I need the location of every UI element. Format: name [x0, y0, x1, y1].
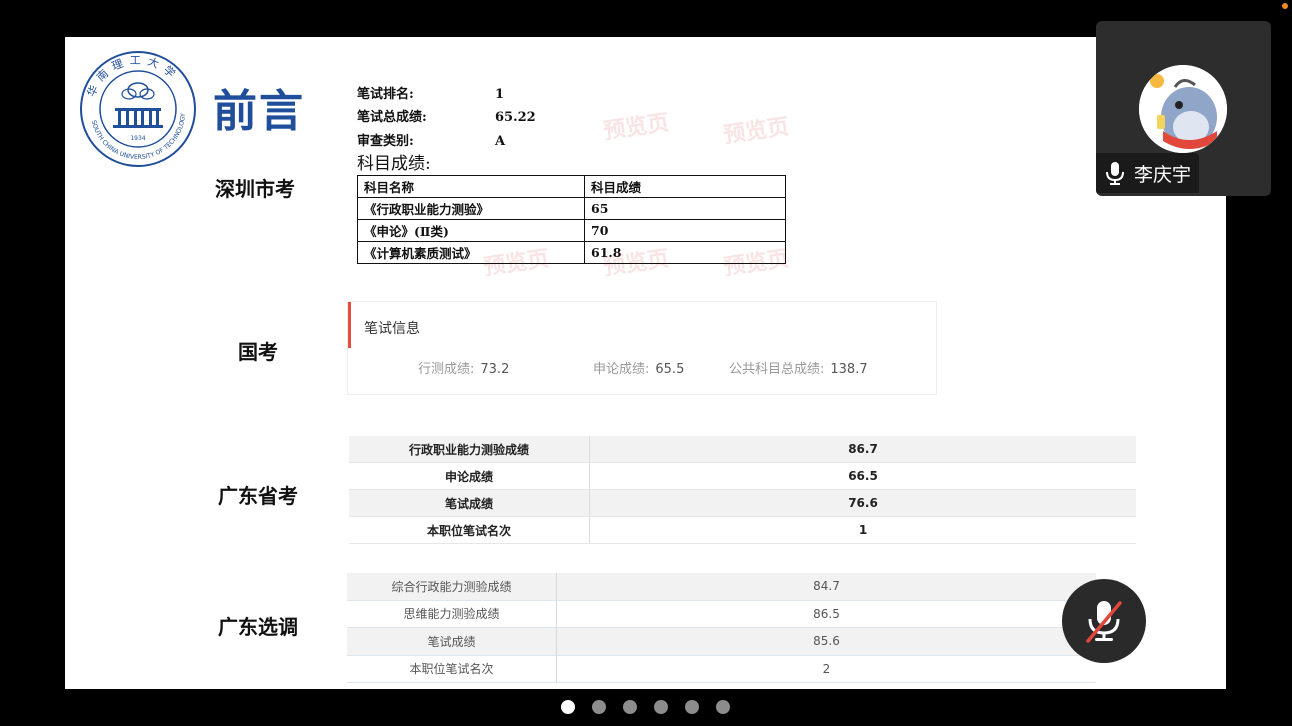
score-value: 76.6	[589, 489, 1136, 517]
microphone-muted-icon	[1086, 601, 1122, 643]
score-name: 本职位笔试名次	[349, 516, 590, 544]
table-row: 行政职业能力测验成绩 86.7	[349, 436, 1136, 463]
presentation-slide: 1934 华南理工大学 SOUTH CHINA UNIVERSITY OF TE…	[65, 37, 1226, 689]
national-exam-card: 笔试信息 行测成绩: 73.2 申论成绩: 65.5 公共科目总成绩: 138.7	[347, 301, 937, 395]
subject-name: 《计算机素质测试》	[357, 241, 585, 264]
score-name: 笔试成绩	[347, 627, 557, 656]
table-row: 《申论》(Ⅱ类) 70	[357, 219, 786, 242]
table-header: 科目名称	[357, 175, 585, 198]
participant-nameplate: 李庆宇	[1096, 153, 1200, 193]
participant-avatar	[1139, 65, 1227, 153]
page-indicator	[561, 700, 730, 714]
table-row: 思维能力测验成绩 86.5	[347, 600, 1096, 628]
review-category-value: A	[495, 134, 506, 149]
watermark: 预览页	[601, 109, 671, 145]
score-value: 1	[589, 516, 1136, 544]
score-label: 申论成绩:	[593, 362, 650, 377]
score-items: 行测成绩: 73.2 申论成绩: 65.5 公共科目总成绩: 138.7	[418, 358, 868, 377]
card-title: 笔试信息	[364, 321, 420, 337]
slide-title: 前言	[213, 86, 305, 137]
participant-name: 李庆宇	[1134, 163, 1192, 186]
section-label-national: 国考	[238, 340, 278, 364]
table-row: 本职位笔试名次 1	[349, 516, 1136, 544]
score-item: 申论成绩: 65.5	[593, 358, 729, 377]
score-name: 综合行政能力测验成绩	[347, 573, 557, 601]
table-row: 本职位笔试名次 2	[347, 655, 1096, 683]
section-label-guangdong-selection: 广东选调	[218, 615, 298, 639]
table-row: 申论成绩 66.5	[349, 462, 1136, 490]
accent-bar	[348, 302, 351, 348]
score-item: 公共科目总成绩: 138.7	[729, 358, 868, 377]
table-header-row: 科目名称 科目成绩	[357, 175, 786, 198]
page-dot-6[interactable]	[716, 700, 730, 714]
score-value: 86.7	[589, 436, 1136, 463]
participant-video-tile[interactable]: 李庆宇	[1096, 21, 1271, 196]
score-value: 66.5	[589, 462, 1136, 490]
watermark: 预览页	[721, 113, 791, 149]
table-row: 《行政职业能力测验》 65	[357, 197, 786, 220]
total-score-row: 笔试总成绩: 65.22	[357, 106, 536, 125]
table-row: 笔试成绩 85.6	[347, 627, 1096, 656]
score-value: 84.7	[556, 573, 1096, 601]
guangdong-selection-score-table: 综合行政能力测验成绩 84.7 思维能力测验成绩 86.5 笔试成绩 85.6 …	[347, 573, 1096, 683]
score-value: 65.5	[655, 362, 685, 377]
score-name: 行政职业能力测验成绩	[349, 436, 590, 463]
microphone-icon	[1106, 162, 1124, 185]
score-value: 2	[556, 655, 1096, 683]
review-category-label: 审查类别:	[357, 134, 414, 149]
score-value: 138.7	[830, 362, 868, 377]
guangdong-province-score-table: 行政职业能力测验成绩 86.7 申论成绩 66.5 笔试成绩 76.6 本职位笔…	[349, 436, 1136, 544]
score-name: 本职位笔试名次	[347, 655, 557, 683]
cartoon-fish-avatar-icon	[1139, 65, 1227, 153]
page-dot-1[interactable]	[561, 700, 575, 714]
page-dot-5[interactable]	[685, 700, 699, 714]
score-value: 73.2	[480, 362, 510, 377]
page-dot-3[interactable]	[623, 700, 637, 714]
shenzhen-result-panel: 预览页 预览页 预览页 预览页 预览页 笔试排名: 1 笔试总成绩: 65.22 审…	[355, 81, 805, 280]
table-row: 综合行政能力测验成绩 84.7	[347, 573, 1096, 601]
score-value: 85.6	[556, 627, 1096, 656]
rank-label: 笔试排名:	[357, 87, 414, 102]
subject-score: 65	[584, 197, 786, 220]
subject-name: 《行政职业能力测验》	[357, 197, 585, 220]
scut-seal-icon: 1934 华南理工大学 SOUTH CHINA UNIVERSITY OF TE…	[80, 51, 196, 167]
subject-name: 《申论》(Ⅱ类)	[357, 219, 585, 242]
notification-dot	[1282, 3, 1288, 9]
score-item: 行测成绩: 73.2	[418, 358, 593, 377]
total-score-value: 65.22	[495, 110, 536, 125]
subject-score-table: 科目名称 科目成绩 《行政职业能力测验》 65 《申论》(Ⅱ类) 70 《计算机…	[357, 175, 786, 264]
subject-score: 61.8	[584, 241, 786, 264]
subjects-heading: 科目成绩:	[357, 154, 431, 174]
page-dot-2[interactable]	[592, 700, 606, 714]
table-row: 笔试成绩 76.6	[349, 489, 1136, 517]
section-label-guangdong-province: 广东省考	[218, 484, 298, 508]
table-row: 《计算机素质测试》 61.8	[357, 241, 786, 264]
rank-row: 笔试排名: 1	[357, 83, 504, 102]
page-dot-4[interactable]	[654, 700, 668, 714]
rank-value: 1	[495, 87, 505, 102]
score-label: 行测成绩:	[418, 362, 475, 377]
section-label-shenzhen: 深圳市考	[215, 177, 295, 201]
university-logo: 1934 华南理工大学 SOUTH CHINA UNIVERSITY OF TE…	[79, 50, 197, 168]
score-name: 思维能力测验成绩	[347, 600, 557, 628]
score-name: 笔试成绩	[349, 489, 590, 517]
score-value: 86.5	[556, 600, 1096, 628]
review-category-row: 审查类别: A	[357, 130, 505, 149]
logo-year: 1934	[130, 135, 145, 142]
total-score-label: 笔试总成绩:	[357, 110, 427, 125]
mute-toggle-button[interactable]	[1062, 579, 1146, 663]
subject-score: 70	[584, 219, 786, 242]
table-header: 科目成绩	[584, 175, 786, 198]
score-label: 公共科目总成绩:	[729, 362, 825, 377]
score-name: 申论成绩	[349, 462, 590, 490]
